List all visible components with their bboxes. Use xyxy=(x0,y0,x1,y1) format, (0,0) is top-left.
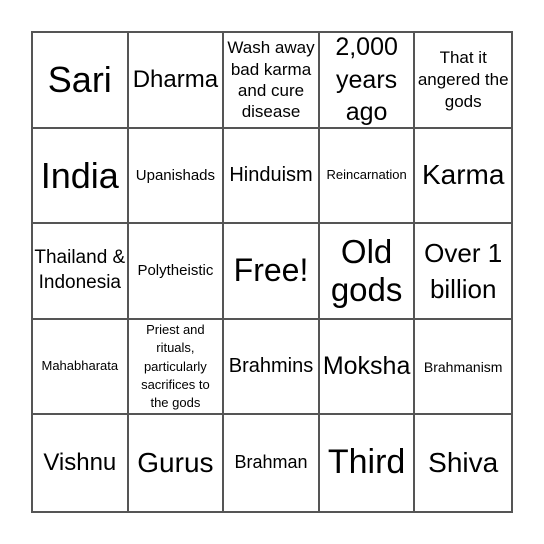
cell-text: 2,000 years ago xyxy=(335,33,398,127)
bingo-cell[interactable]: Hinduism xyxy=(224,128,320,225)
bingo-cell[interactable]: Thailand & Indonesia xyxy=(33,224,129,320)
bingo-cell[interactable]: Polytheistic xyxy=(128,224,225,320)
free-space[interactable]: Free! xyxy=(224,224,320,320)
cell-text: Moksha xyxy=(322,351,411,380)
cell-text: Polytheistic xyxy=(137,262,214,280)
bingo-cell[interactable]: Third xyxy=(320,415,416,511)
cell-text: Vishnu xyxy=(43,448,117,476)
cell-text: Shiva xyxy=(428,447,499,479)
bingo-cell[interactable]: Old gods xyxy=(319,224,416,320)
bingo-cell[interactable]: Brahman xyxy=(224,415,320,511)
cell-text: That it angered the gods xyxy=(417,47,509,111)
bingo-cell[interactable]: Gurus xyxy=(129,415,225,511)
bingo-cell[interactable]: Reincarnation xyxy=(319,128,416,225)
cell-text: Old gods xyxy=(330,233,403,308)
cell-text: Brahman xyxy=(234,452,308,473)
cell-text: Priest and rituals, particularly sacrifi… xyxy=(141,322,210,410)
bingo-cell[interactable]: Brahmanism xyxy=(415,320,511,416)
bingo-cell[interactable]: Shiva xyxy=(415,415,511,511)
bingo-board: Sari Dharma Wash away bad karma and cure… xyxy=(31,31,513,513)
cell-text: Reincarnation xyxy=(326,167,407,183)
cell-text: Karma xyxy=(421,159,505,191)
bingo-cell[interactable]: Vishnu xyxy=(33,415,129,511)
bingo-cell[interactable]: India xyxy=(33,128,129,225)
bingo-cell[interactable]: 2,000 years ago xyxy=(319,33,416,129)
cell-text: Mahabharata xyxy=(41,358,119,374)
cell-text: India xyxy=(40,154,119,196)
bingo-cell[interactable]: Wash away bad karma and cure disease xyxy=(224,33,320,129)
bingo-cell[interactable]: Karma xyxy=(415,129,511,225)
cell-text: Gurus xyxy=(137,447,214,479)
cell-text: Dharma xyxy=(132,65,219,93)
bingo-cell[interactable]: Over 1 billion xyxy=(415,224,511,320)
cell-text: Wash away bad karma and cure disease xyxy=(227,38,315,122)
cell-text: Third xyxy=(327,443,406,482)
bingo-cell[interactable]: Mahabharata xyxy=(33,319,129,416)
bingo-cell[interactable]: Dharma xyxy=(128,33,225,129)
cell-text: Brahmins xyxy=(228,355,314,378)
bingo-cell[interactable]: Sari xyxy=(33,33,129,129)
bingo-cell[interactable]: Brahmins xyxy=(224,319,320,416)
cell-text: Brahmanism xyxy=(423,358,503,375)
cell-text: Over 1 billion xyxy=(424,237,503,304)
bingo-cell[interactable]: Moksha xyxy=(319,319,416,416)
bingo-cell[interactable]: Upanishads xyxy=(128,128,225,225)
cell-text: Free! xyxy=(233,252,309,289)
cell-text: Upanishads xyxy=(135,166,215,184)
cell-text: Hinduism xyxy=(229,163,313,186)
bingo-cell[interactable]: That it angered the gods xyxy=(415,33,511,129)
cell-text: Sari xyxy=(47,59,112,100)
cell-text: Thailand & Indonesia xyxy=(34,247,126,293)
bingo-cell[interactable]: Priest and rituals, particularly sacrifi… xyxy=(128,319,225,416)
